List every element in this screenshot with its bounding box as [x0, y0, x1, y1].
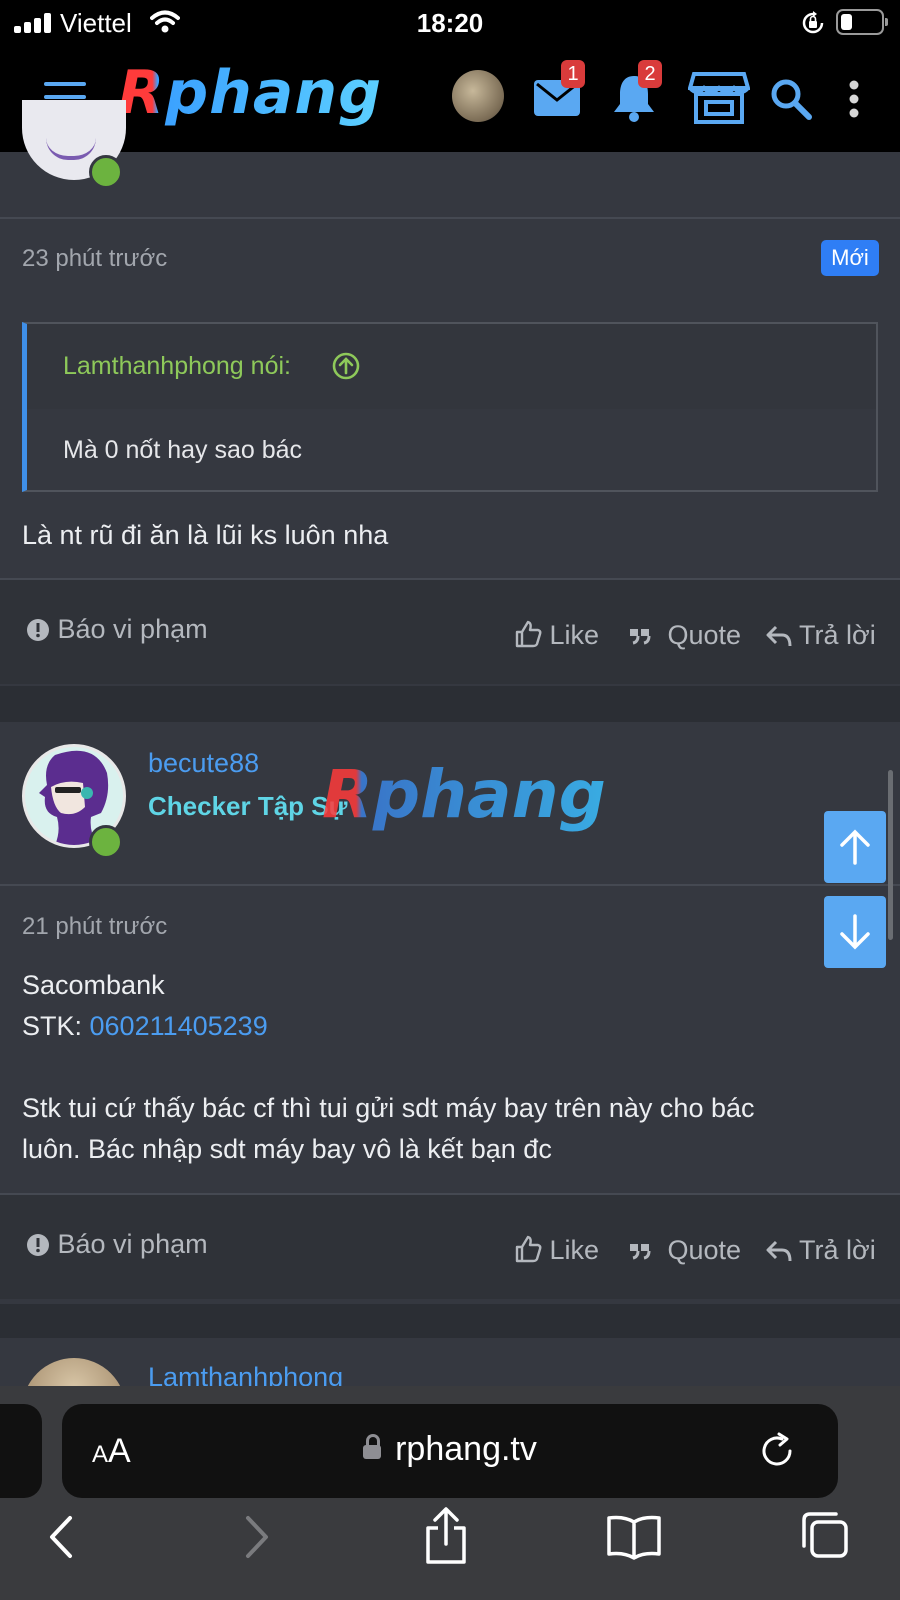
- post-body: Là nt rũ đi ăn là lũi ks luôn nha: [22, 520, 389, 550]
- quote-label: Quote: [667, 620, 742, 650]
- report-label: Báo vi phạm: [57, 1229, 208, 1259]
- tabs-icon[interactable]: [800, 1510, 850, 1560]
- post-actions: Báo vi phạm Like Quote Trả lời: [0, 1195, 900, 1299]
- scrollbar[interactable]: [888, 770, 893, 940]
- online-status-icon: [89, 155, 123, 189]
- post-line: Sacombank: [22, 970, 165, 1000]
- post-line: luôn. Bác nhập sdt máy bay vô là kết bạn…: [22, 1134, 552, 1164]
- mail-count-badge: 1: [561, 60, 585, 88]
- app-header: Rphang 1 2: [0, 46, 900, 152]
- arrow-up-circle-icon[interactable]: [332, 352, 360, 380]
- post-line: Stk tui cứ thấy bác cf thì tui gửi sdt m…: [22, 1093, 755, 1123]
- address-bar[interactable]: AA rphang.tv: [62, 1404, 838, 1498]
- new-badge: Mới: [821, 240, 879, 276]
- search-icon[interactable]: [770, 78, 812, 120]
- status-bar: Viettel 18:20: [0, 0, 900, 46]
- post-body: Sacombank STK: 060211405239 Stk tui cứ t…: [22, 965, 755, 1170]
- report-button[interactable]: Báo vi phạm: [26, 1229, 208, 1260]
- quote-button[interactable]: Quote: [628, 620, 741, 651]
- alert-icon: [27, 619, 49, 641]
- online-status-icon: [89, 825, 123, 859]
- divider: [0, 217, 900, 219]
- stk-label: STK:: [22, 1011, 90, 1041]
- scroll-bottom-button[interactable]: [824, 896, 886, 968]
- quote-block: Lamthanhphong nói: Mà 0 nốt hay sao bác: [22, 322, 878, 492]
- like-button[interactable]: Like: [514, 1235, 599, 1266]
- post-time[interactable]: 23 phút trước: [22, 245, 167, 273]
- quote-text: Mà 0 nốt hay sao bác: [63, 436, 303, 464]
- lock-icon: [363, 1434, 382, 1459]
- back-icon[interactable]: [48, 1514, 74, 1560]
- thumbs-up-icon: [515, 1235, 542, 1263]
- share-icon[interactable]: [422, 1506, 470, 1566]
- forward-icon[interactable]: [244, 1514, 270, 1560]
- rotation-lock-icon: [802, 11, 824, 34]
- divider: [0, 884, 900, 886]
- reply-label: Trả lời: [799, 1235, 876, 1265]
- battery-icon: [836, 9, 888, 35]
- like-label: Like: [549, 1235, 600, 1265]
- quote-icon: [630, 1244, 651, 1260]
- reply-icon: [766, 1240, 792, 1262]
- clock: 18:20: [416, 8, 484, 38]
- post-line: STK: 060211405239: [22, 1006, 755, 1047]
- scroll-top-button[interactable]: [824, 811, 886, 883]
- quote-button[interactable]: Quote: [628, 1235, 741, 1266]
- notification-count-badge: 2: [638, 60, 662, 88]
- report-button[interactable]: Báo vi phạm: [26, 614, 208, 645]
- url-display[interactable]: rphang.tv: [62, 1430, 838, 1469]
- quote-label: Quote: [667, 1235, 742, 1265]
- post-time[interactable]: 21 phút trước: [22, 913, 167, 941]
- user-title: Checker Tập Sự: [148, 791, 348, 821]
- username[interactable]: becute88: [148, 748, 259, 779]
- reply-button[interactable]: Trả lời: [766, 620, 876, 651]
- reload-icon[interactable]: [758, 1432, 796, 1470]
- url-text: rphang.tv: [395, 1430, 537, 1468]
- alert-icon: [27, 1234, 49, 1256]
- account-number-link[interactable]: 060211405239: [90, 1011, 268, 1041]
- quote-icon: [630, 629, 651, 645]
- store-icon[interactable]: [688, 72, 750, 124]
- arrow-up-icon: [840, 829, 870, 865]
- bookmarks-icon[interactable]: [606, 1514, 662, 1560]
- report-label: Báo vi phạm: [57, 614, 208, 644]
- like-label: Like: [549, 620, 600, 650]
- reply-button[interactable]: Trả lời: [766, 1235, 876, 1266]
- thumbs-up-icon: [515, 620, 542, 648]
- more-icon[interactable]: [848, 80, 860, 118]
- reply-label: Trả lời: [799, 620, 876, 650]
- post-actions: Báo vi phạm Like Quote Trả lời: [0, 580, 900, 684]
- watermark-logo: Rphang: [322, 756, 606, 833]
- avatar: [22, 1358, 126, 1388]
- avatar[interactable]: [452, 70, 504, 122]
- like-button[interactable]: Like: [514, 620, 599, 651]
- site-logo[interactable]: Rphang: [118, 58, 382, 128]
- previous-tab-preview[interactable]: [0, 1404, 42, 1498]
- arrow-down-icon: [840, 914, 870, 950]
- reply-icon: [766, 625, 792, 647]
- quote-author[interactable]: Lamthanhphong nói:: [63, 352, 291, 381]
- page: Viettel 18:20 Rphang 1 2 23 phút trước M…: [0, 0, 900, 1600]
- browser-toolbar: AA rphang.tv: [0, 1386, 900, 1600]
